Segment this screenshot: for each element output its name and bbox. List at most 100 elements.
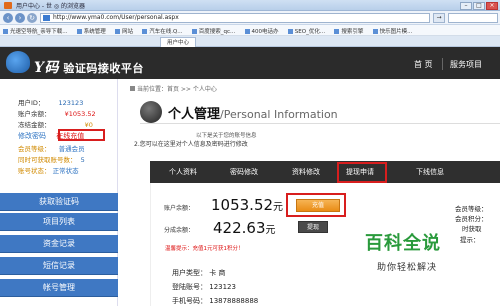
profile-tabs: 个人资料 密码修改 资料修改 提现申请 下线信息 (150, 161, 500, 183)
favorite-item[interactable]: 百度搜索_qc... (192, 27, 236, 35)
breadcrumb-text: 当前位置：首页 >> 个人中心 (137, 86, 217, 93)
site-favicon-icon (43, 15, 50, 21)
go-button[interactable]: → (433, 13, 445, 23)
status-value: 正常状态 (52, 167, 79, 175)
login-row: 登陆账号： 123123 (172, 282, 236, 292)
can-get-row: 同时可获取账号数： 5 (18, 154, 85, 164)
tab-edit-info[interactable]: 资料修改 (292, 167, 320, 177)
yuan-unit: 元 (273, 202, 284, 213)
card-balance-value: 1053.52元 (211, 196, 283, 214)
browser-tab[interactable]: 用户中心 (160, 37, 197, 47)
nav-divider (442, 58, 443, 70)
edit-note: 2.您可以在这里对个人信息及密码进行修改 (134, 141, 248, 148)
tab-downline[interactable]: 下线信息 (416, 167, 444, 177)
edit-password-link[interactable]: 修改密码 (18, 132, 46, 140)
status-label: 账号状态： (18, 167, 51, 175)
user-id-value: 123123 (58, 99, 84, 107)
refresh-icon[interactable]: ↻ (27, 13, 37, 23)
watermark-title: 百科全说 (365, 233, 441, 254)
can-get-label: 同时可获取账号数： (18, 156, 77, 164)
share-label: 分成余额： (164, 227, 195, 234)
user-id-row: 用户ID： 123123 (18, 97, 83, 107)
balance-row: 账户余额： ¥1053.52 (18, 108, 96, 118)
nav-services[interactable]: 服务项目 (450, 59, 482, 70)
yuan-unit-2: 元 (265, 225, 276, 236)
favorite-item[interactable]: 搜索引擎 (334, 27, 363, 35)
menu-sms[interactable]: 短信记录 (0, 257, 118, 275)
login-value: 123123 (209, 283, 236, 291)
favorites-bar: 光速空导航_亲导下载... 系统管理 网站 汽车在线.Q... 百度搜索_qc.… (0, 25, 500, 36)
withdraw-tab-highlight (337, 162, 387, 183)
site-brand[interactable]: Y码 验证码接收平台 (34, 57, 144, 77)
user-avatar-icon (140, 101, 162, 123)
browser-logo-icon (4, 2, 12, 9)
share-value: 422.63元 (213, 219, 276, 237)
page-title-cn: 个人管理 (168, 107, 221, 122)
browser-tab-bar: 用户中心 (0, 36, 500, 47)
member-level-label: 会员等级： (18, 145, 51, 153)
tab-password[interactable]: 密码修改 (230, 167, 258, 177)
balance-value: ¥1053.52 (64, 110, 96, 118)
tab-profile[interactable]: 个人资料 (169, 167, 197, 177)
login-label: 登陆账号： (172, 283, 207, 291)
status-row: 账号状态： 正常状态 (18, 165, 79, 175)
favorite-item[interactable]: 光速空导航_亲导下载... (3, 27, 68, 35)
menu-projects[interactable]: 项目列表 (0, 213, 118, 231)
url-text: http://www.yma0.com/User/personal.aspx (53, 14, 179, 21)
favorite-item[interactable]: 400电话办 (245, 27, 279, 35)
balance-label: 账户余额： (18, 110, 51, 118)
favorite-item[interactable]: SEO_优化... (288, 27, 325, 35)
menu-get-code[interactable]: 获取验证码 (0, 193, 118, 211)
user-id-label: 用户ID： (18, 99, 45, 107)
phone-label: 手机号码： (172, 297, 207, 305)
watermark-subtitle: 助你轻松解决 (377, 263, 438, 273)
page-title-en: /Personal Information (220, 108, 338, 121)
close-icon[interactable]: × (486, 2, 498, 10)
favorite-item[interactable]: 系统管理 (77, 27, 106, 35)
window-title: 用户中心 - 世 ◎ 的浏览器 (16, 3, 86, 10)
can-get-value: 5 (80, 156, 85, 164)
brand-letter: Y码 (34, 60, 59, 76)
forward-icon[interactable]: › (15, 13, 25, 23)
browser-search-input[interactable] (448, 13, 498, 23)
window-controls: – □ × (459, 1, 498, 10)
user-type-label: 用户类型： (172, 269, 207, 277)
frozen-label: 冻结金额： (18, 121, 51, 129)
page-title: 个人管理/Personal Information (168, 103, 338, 122)
right-member-points: 会员积分： (455, 215, 488, 223)
url-input[interactable]: http://www.yma0.com/User/personal.aspx (40, 13, 430, 23)
bird-logo-icon (6, 51, 30, 73)
recharge-highlight (58, 129, 105, 141)
card-balance-number: 1053.52 (211, 196, 274, 214)
watermark: 百科全说 助你轻松解决 (357, 224, 500, 284)
member-level-value: 普通会员 (58, 145, 85, 153)
right-member-level: 会员等级： (455, 205, 488, 213)
user-type-row: 用户类型： 卡 商 (172, 268, 225, 278)
back-icon[interactable]: ‹ (3, 13, 13, 23)
maximize-icon[interactable]: □ (473, 2, 485, 10)
info-note: 以下是关于您的账号信息 (196, 133, 257, 139)
card-balance-label: 账户余额： (164, 205, 195, 212)
nav-home[interactable]: 首 页 (414, 59, 433, 70)
phone-value: 13878888888 (209, 297, 259, 305)
share-number: 422.63 (213, 219, 266, 237)
menu-account[interactable]: 帐号管理 (0, 279, 118, 297)
warning-text: 温馨提示：充值1元可获1积分！ (165, 246, 244, 252)
site-header: Y码 验证码接收平台 首 页 服务项目 (0, 47, 500, 79)
member-level-row: 会员等级： 普通会员 (18, 143, 85, 153)
frozen-row: 冻结金额： ¥0 (18, 119, 93, 129)
favorite-item[interactable]: 网站 (115, 27, 133, 35)
title-divider (140, 123, 500, 124)
minimize-icon[interactable]: – (460, 2, 472, 10)
window-titlebar: 用户中心 - 世 ◎ 的浏览器 – □ × (0, 0, 500, 11)
favorite-item[interactable]: 汽车在线.Q... (142, 27, 182, 35)
home-icon (130, 86, 135, 91)
frozen-value: ¥0 (84, 121, 93, 129)
user-type-value: 卡 商 (209, 269, 226, 277)
favorite-item[interactable]: 快乐图片模... (373, 27, 413, 35)
phone-row: 手机号码： 13878888888 (172, 296, 258, 306)
recharge-button-highlight (286, 193, 346, 217)
breadcrumb: 当前位置：首页 >> 个人中心 (130, 84, 217, 93)
withdraw-button[interactable]: 提现 (298, 221, 328, 233)
menu-funds[interactable]: 资金记录 (0, 235, 118, 253)
